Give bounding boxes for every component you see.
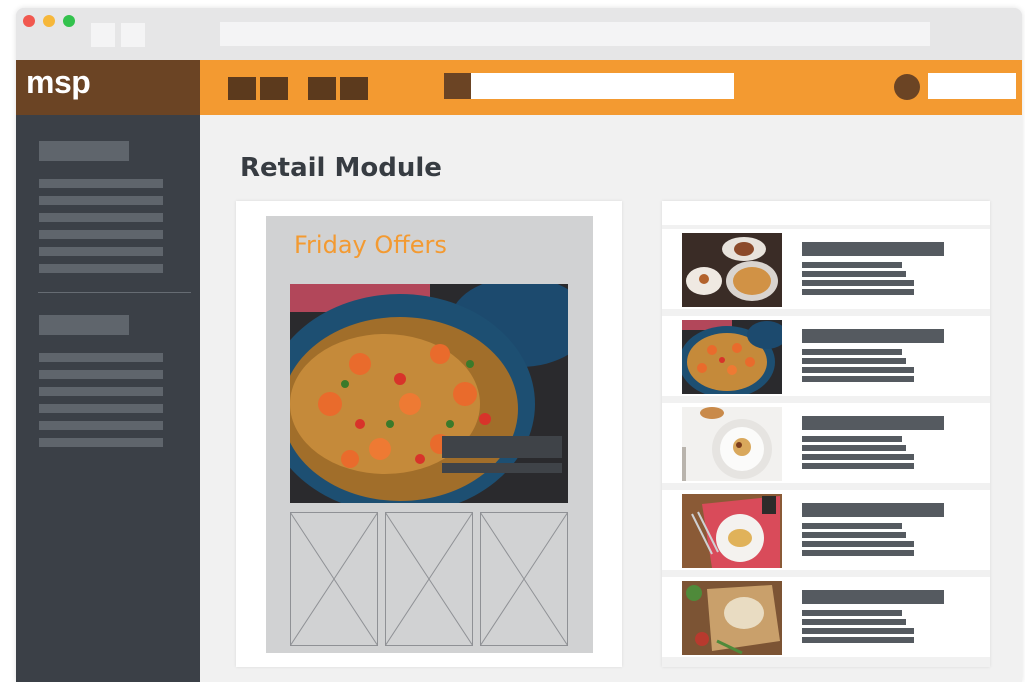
minimize-window-button[interactable]	[43, 15, 55, 27]
sidebar-section-heading	[39, 141, 129, 161]
list-item-line	[802, 628, 914, 634]
product-list-card	[662, 201, 990, 667]
sidebar-item[interactable]	[39, 247, 163, 256]
list-item[interactable]	[662, 229, 990, 309]
sidebar-divider	[38, 292, 191, 293]
list-item-line	[802, 532, 906, 538]
list-item-line	[802, 349, 902, 355]
offer-panel: Friday Offers	[266, 216, 593, 653]
image-placeholder[interactable]	[480, 512, 568, 646]
sidebar-item[interactable]	[39, 438, 163, 447]
browser-window: msp Retail Module Friday Offers	[16, 8, 1022, 682]
list-item-line	[802, 610, 902, 616]
noodle-board-image	[682, 581, 782, 655]
header-menu-button[interactable]	[308, 77, 336, 100]
maximize-window-button[interactable]	[63, 15, 75, 27]
pasta-table-image	[682, 494, 782, 568]
list-item-line	[802, 271, 906, 277]
list-item-line	[802, 619, 906, 625]
forward-button[interactable]	[121, 23, 145, 47]
featured-paella-image[interactable]	[290, 284, 568, 503]
sidebar-item[interactable]	[39, 370, 163, 379]
browser-titlebar	[16, 8, 1022, 60]
list-item[interactable]	[662, 490, 990, 570]
sidebar-item[interactable]	[39, 213, 163, 222]
list-item-title	[802, 242, 944, 256]
list-item-line	[802, 445, 906, 451]
search-icon[interactable]	[444, 73, 471, 99]
sidebar-item[interactable]	[39, 421, 163, 430]
sidebar-item[interactable]	[39, 387, 163, 396]
list-item-line	[802, 550, 914, 556]
list-item-line	[802, 376, 914, 382]
logo-area[interactable]: msp	[16, 60, 200, 115]
list-item-line	[802, 289, 914, 295]
offer-title: Friday Offers	[294, 231, 447, 259]
sidebar-item[interactable]	[39, 404, 163, 413]
list-item-line	[802, 262, 902, 268]
list-item-line	[802, 637, 914, 643]
list-item-line	[802, 436, 902, 442]
user-avatar[interactable]	[894, 74, 920, 100]
back-button[interactable]	[91, 23, 115, 47]
app-header: msp	[16, 60, 1022, 115]
list-item-title	[802, 329, 944, 343]
sidebar-item[interactable]	[39, 179, 163, 188]
image-placeholder[interactable]	[385, 512, 473, 646]
sidebar-item[interactable]	[39, 230, 163, 239]
list-item-line	[802, 454, 914, 460]
list-item-line	[802, 541, 914, 547]
header-menu-button[interactable]	[340, 77, 368, 100]
list-item[interactable]	[662, 577, 990, 657]
list-item[interactable]	[662, 403, 990, 483]
list-item-title	[802, 503, 944, 517]
list-item-line	[802, 280, 914, 286]
sidebar	[16, 115, 200, 682]
list-header	[662, 201, 990, 225]
sidebar-section-heading	[39, 315, 129, 335]
list-item-title	[802, 590, 944, 604]
main-content: Retail Module Friday Offers	[200, 115, 1022, 682]
sidebar-item[interactable]	[39, 196, 163, 205]
header-search-input[interactable]	[444, 73, 734, 99]
list-item-title	[802, 416, 944, 430]
address-bar[interactable]	[220, 22, 930, 46]
paella-dish-image	[682, 320, 782, 394]
list-item-line	[802, 523, 902, 529]
image-placeholder[interactable]	[290, 512, 378, 646]
sidebar-item[interactable]	[39, 353, 163, 362]
sidebar-item[interactable]	[39, 264, 163, 273]
plated-scallop-image	[682, 407, 782, 481]
offers-card: Friday Offers	[236, 201, 622, 667]
header-menu-button[interactable]	[260, 77, 288, 100]
list-item-line	[802, 367, 914, 373]
list-item[interactable]	[662, 316, 990, 396]
logo: msp	[26, 64, 91, 100]
list-item-line	[802, 358, 906, 364]
seafood-gratin-image	[682, 233, 782, 307]
close-window-button[interactable]	[23, 15, 35, 27]
user-menu[interactable]	[928, 73, 1016, 99]
list-item-line	[802, 463, 914, 469]
page-title: Retail Module	[240, 153, 442, 183]
header-menu-button[interactable]	[228, 77, 256, 100]
